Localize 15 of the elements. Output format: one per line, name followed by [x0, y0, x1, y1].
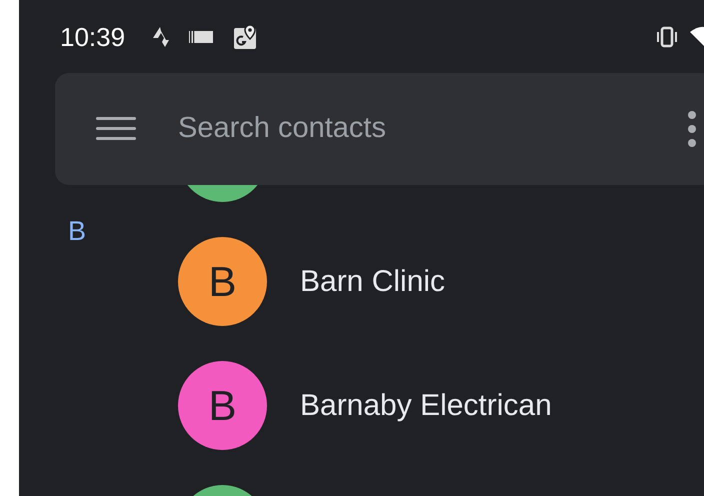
- contact-name: Barnaby Electrican: [300, 388, 552, 424]
- search-field[interactable]: Search contacts: [178, 107, 598, 151]
- contact-row[interactable]: B Barn Clinic: [178, 237, 552, 326]
- wifi-icon: [690, 26, 704, 48]
- more-options-icon[interactable]: [687, 110, 697, 148]
- search-bar[interactable]: Search contacts: [55, 73, 704, 185]
- clock-time: 10:39: [60, 24, 126, 50]
- vibrate-icon: [654, 26, 680, 48]
- contact-row[interactable]: B Barnaby Electrican: [178, 361, 552, 450]
- arrow-icon: [151, 26, 172, 48]
- avatar: B: [178, 361, 267, 450]
- section-letter: B: [68, 216, 86, 246]
- contact-name: Barn Clinic: [300, 264, 446, 300]
- avatar: B: [178, 237, 267, 326]
- card-icon: [188, 28, 214, 44]
